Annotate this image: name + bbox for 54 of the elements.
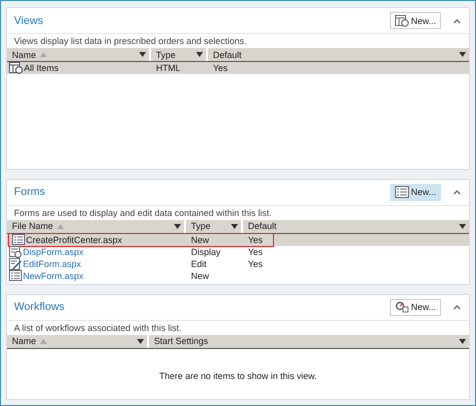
collapse-icon[interactable] [453,189,461,196]
table-cell: CreateProfitCenter.aspx [26,234,122,245]
column-header[interactable]: Default [243,220,469,233]
section-title: Forms [14,186,46,198]
list-row[interactable]: EditForm.aspx Edit Yes [7,258,469,270]
dropdown-icon[interactable] [174,224,181,229]
empty-message: There are no items to show in this view. [158,370,318,381]
table-cell: Yes [213,63,228,73]
table-cell: HTML [156,63,180,73]
dropdown-icon[interactable] [459,338,466,344]
column-header[interactable]: Default [208,48,469,61]
view-icon [394,14,409,26]
section-description: Views display list data in prescribed orders and selections. [13,35,248,48]
new-button[interactable]: New... [390,12,441,29]
edit-form-icon [9,258,22,270]
sort-icon [40,338,48,344]
table-cell: New [191,234,210,245]
dropdown-icon[interactable] [196,52,203,57]
sort-icon [40,52,48,57]
list-row[interactable]: All Items HTML Yes [7,62,469,74]
form-icon [9,270,22,282]
file-link[interactable]: DispForm.aspx [23,246,84,257]
dropdown-icon[interactable] [139,52,146,57]
table-cell: Display [191,246,221,257]
view-icon [9,62,23,74]
table-cell: Edit [191,258,207,269]
dropdown-icon[interactable] [459,52,466,57]
new-button[interactable]: New... [390,184,441,201]
dropdown-icon[interactable] [459,224,466,229]
file-link[interactable]: EditForm.aspx [23,258,82,269]
new-button[interactable]: New... [390,298,441,316]
section-description: A list of workflows associated with this list. [13,322,183,335]
table-cell: All Items [24,63,59,73]
column-header[interactable]: Start Settings [149,334,469,348]
list-row[interactable]: DispForm.aspx Display Yes [7,246,469,258]
table-cell: Yes [248,234,263,245]
file-link[interactable]: NewForm.aspx [23,270,84,281]
collapse-icon[interactable] [453,18,461,24]
section-title: Views [14,14,44,26]
table-cell: New [191,270,210,281]
table-cell: Yes [248,246,263,257]
dropdown-icon[interactable] [231,224,238,229]
table-cell: Yes [248,258,263,269]
form-icon [9,246,22,258]
section-title: Workflows [14,301,66,314]
form-icon [12,234,25,246]
form-icon [394,186,409,198]
dropdown-icon[interactable] [137,338,144,344]
list-row[interactable]: NewForm.aspx New [7,270,469,282]
collapse-icon[interactable] [453,304,461,310]
sort-icon [57,224,64,229]
column-header[interactable]: Name [7,334,149,348]
section-description: Forms are used to display and edit data contained within this list. [13,206,273,220]
list-row[interactable]: CreateProfitCenter.aspx New Yes [7,234,469,246]
